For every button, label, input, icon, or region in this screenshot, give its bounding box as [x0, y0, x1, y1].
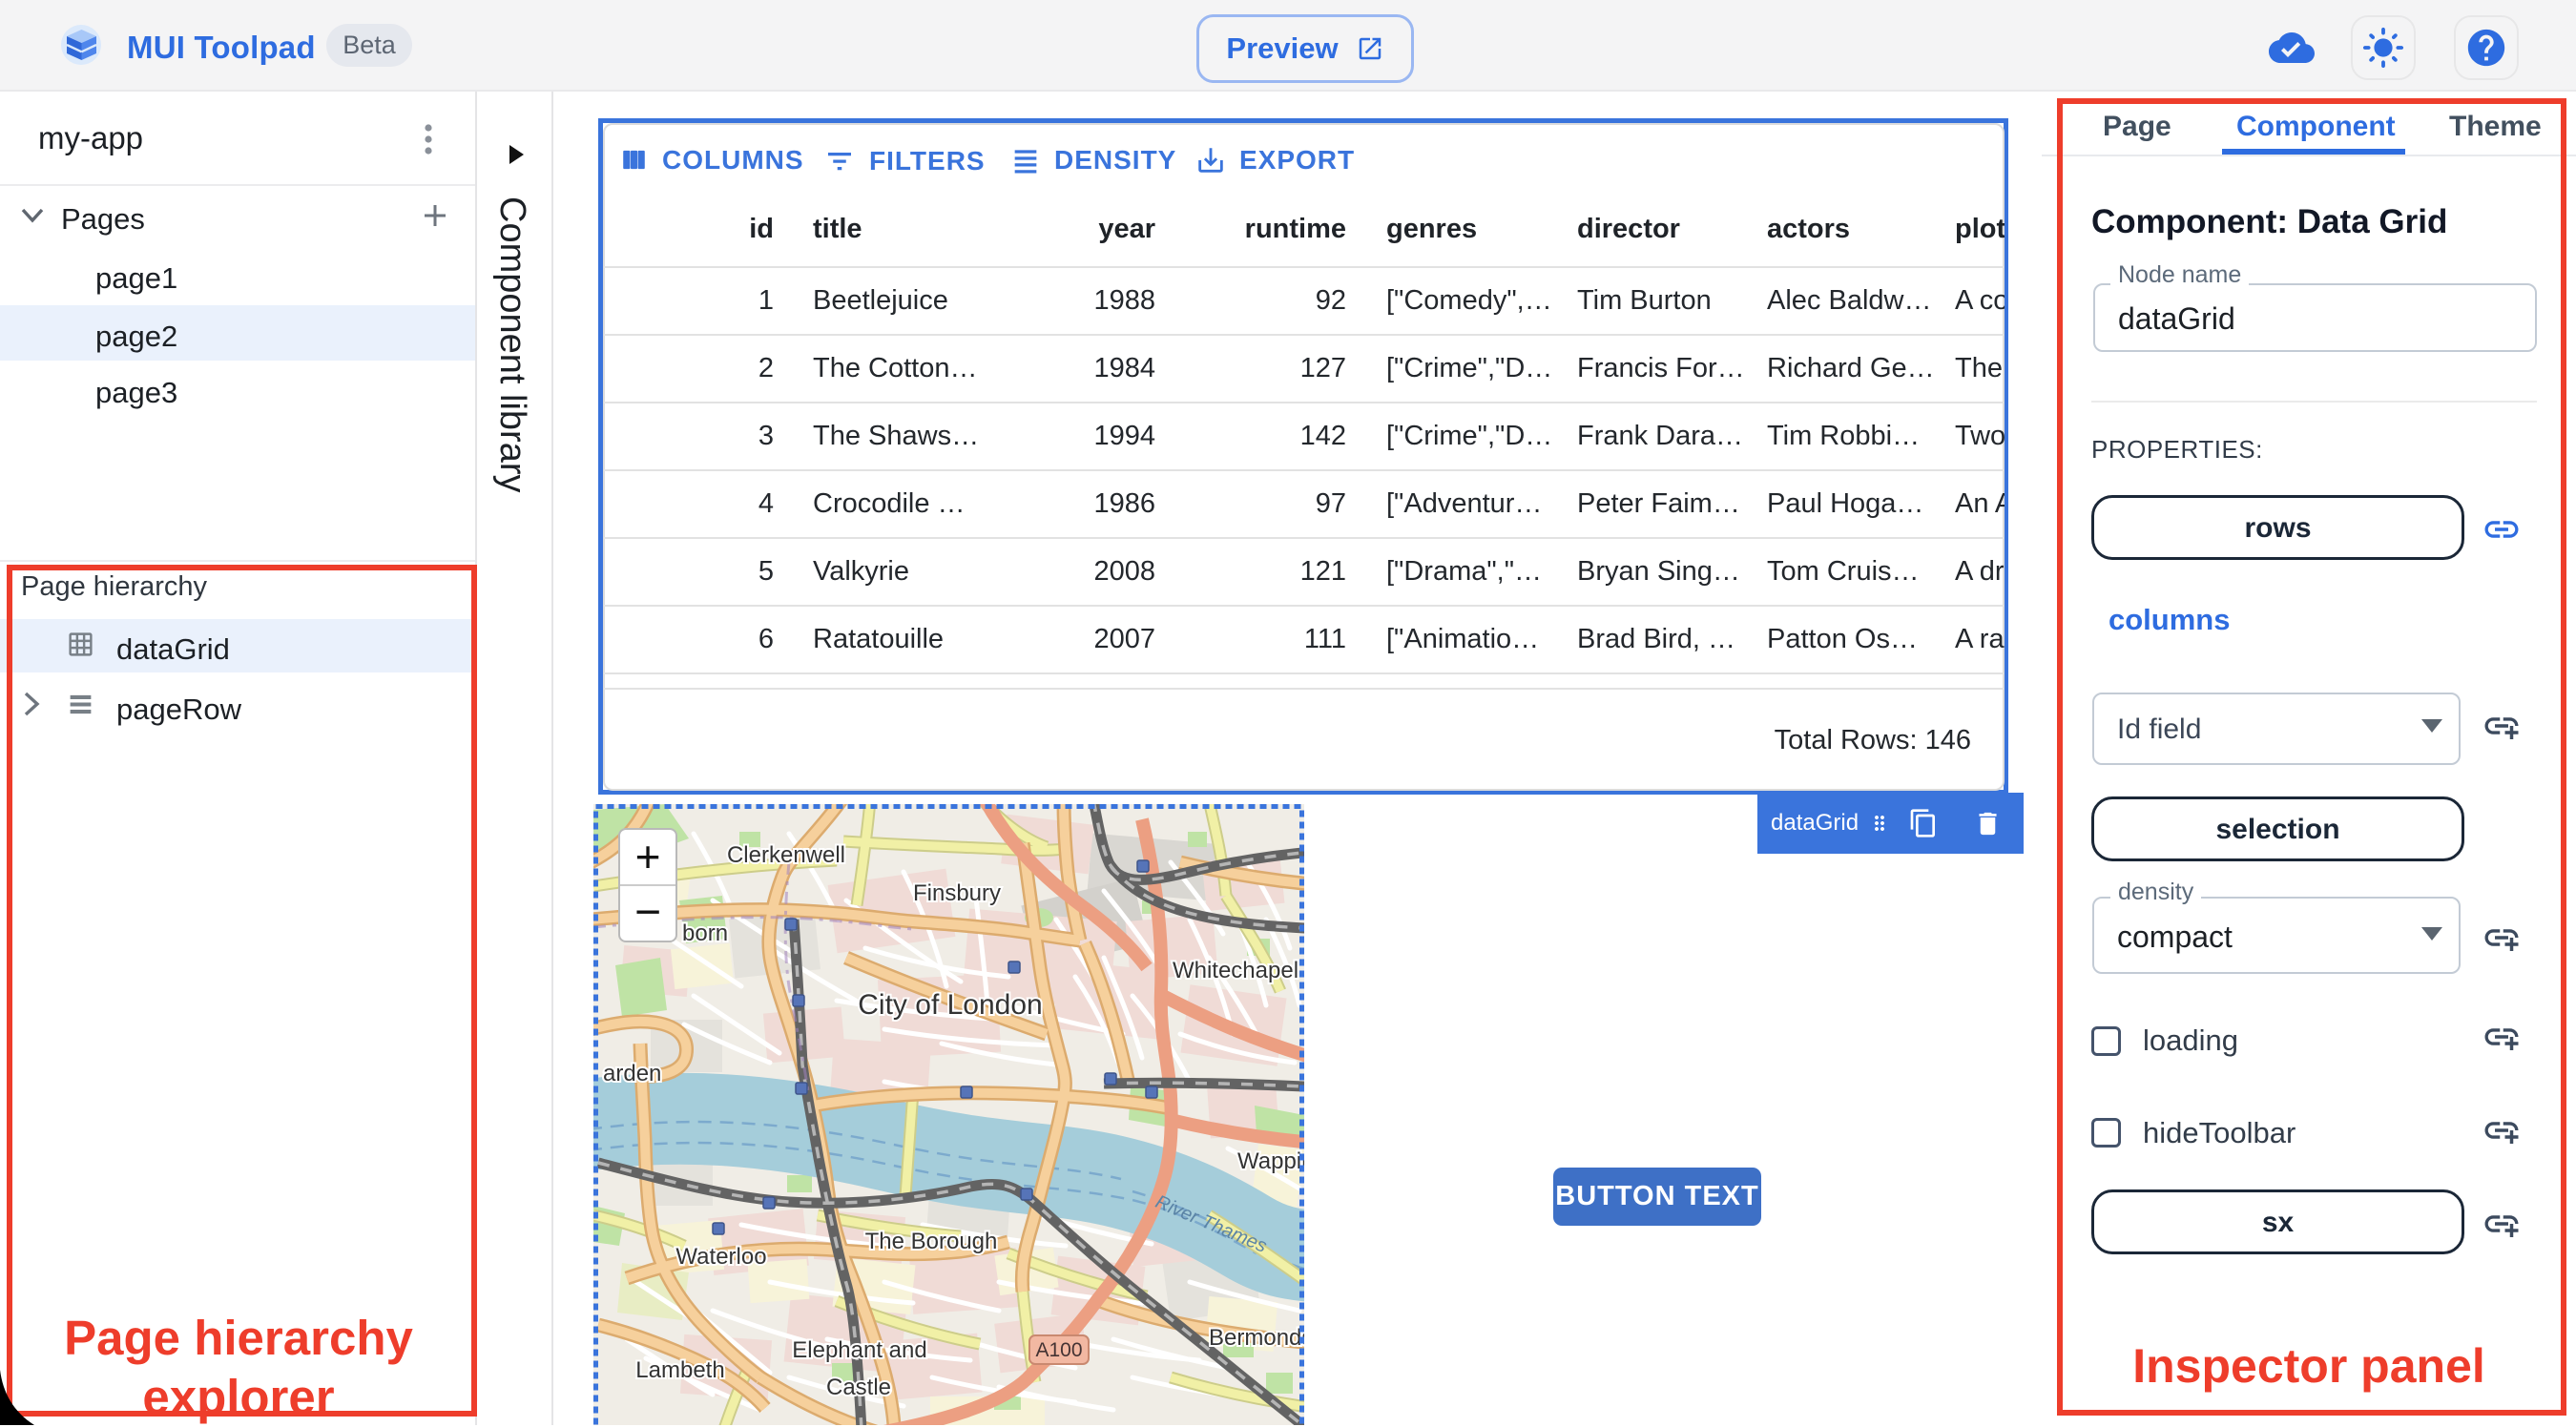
- svg-text:arden: arden: [603, 1061, 661, 1086]
- svg-text:born: born: [682, 920, 728, 946]
- svg-text:Waterloo: Waterloo: [675, 1244, 766, 1270]
- svg-text:City of London: City of London: [858, 989, 1042, 1021]
- svg-text:A100: A100: [1035, 1339, 1082, 1361]
- svg-text:Castle: Castle: [826, 1375, 891, 1400]
- svg-text:Lambeth: Lambeth: [635, 1357, 724, 1383]
- svg-text:Elephant and: Elephant and: [792, 1337, 926, 1363]
- svg-text:The Borough: The Borough: [865, 1229, 998, 1254]
- svg-text:Wapping: Wapping: [1237, 1148, 1304, 1174]
- svg-text:Bermondse: Bermondse: [1209, 1325, 1304, 1351]
- svg-text:Whitechapel: Whitechapel: [1173, 958, 1298, 983]
- svg-text:Clerkenwell: Clerkenwell: [727, 842, 845, 868]
- svg-text:Finsbury: Finsbury: [913, 880, 1001, 906]
